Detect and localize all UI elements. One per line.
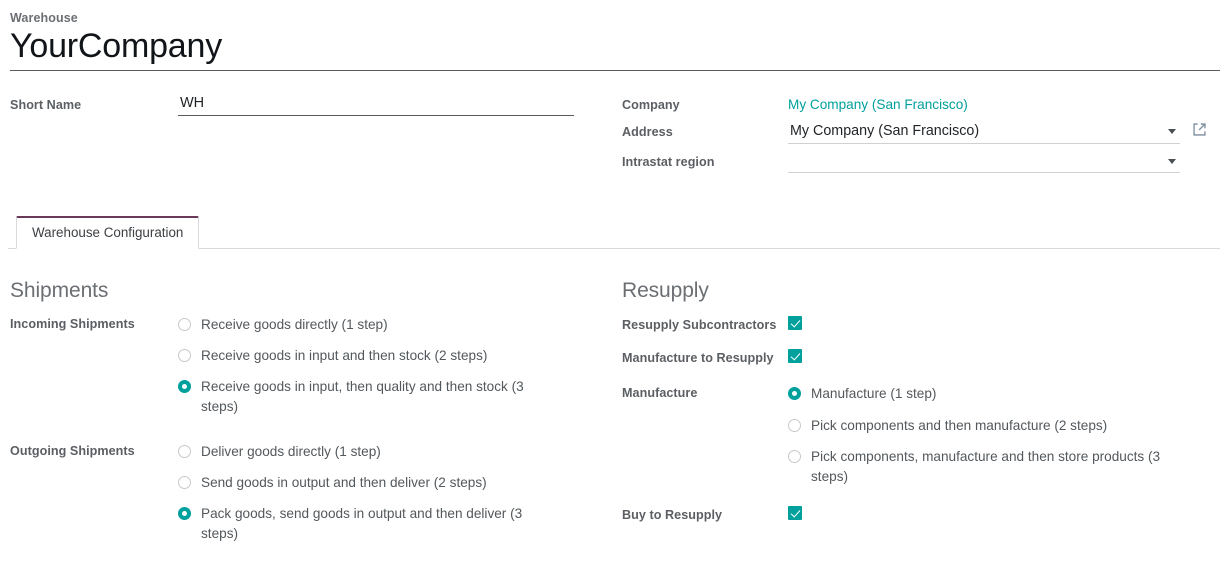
configuration-panel: Shipments Incoming Shipments Receive goo…	[8, 279, 1220, 558]
resupply-subcontractors-row: Resupply Subcontractors	[622, 315, 1220, 335]
resupply-subcontractors-label: Resupply Subcontractors	[622, 318, 777, 333]
resupply-section: Resupply Resupply Subcontractors Manufac…	[616, 279, 1220, 558]
address-label: Address	[622, 125, 673, 140]
intrastat-selected-value	[788, 150, 1180, 174]
radio-option[interactable]: Pack goods, send goods in output and the…	[178, 504, 616, 544]
radio-option-label: Receive goods directly (1 step)	[201, 317, 388, 333]
tab-warehouse-configuration[interactable]: Warehouse Configuration	[16, 216, 200, 250]
radio-option[interactable]: Pick components, manufacture and then st…	[788, 447, 1220, 487]
radio-option-label: Pack goods, send goods in output and the…	[201, 505, 523, 541]
radio-icon[interactable]	[178, 349, 191, 363]
manufacture-to-resupply-label: Manufacture to Resupply	[622, 351, 774, 366]
title-divider	[10, 70, 1220, 72]
incoming-shipments-label: Incoming Shipments	[10, 317, 135, 332]
address-selected-value: My Company (San Francisco)	[788, 120, 1180, 145]
buy-to-resupply-row: Buy to Resupply	[622, 505, 1220, 525]
radio-icon[interactable]	[178, 318, 191, 332]
radio-option[interactable]: Receive goods in input and then stock (2…	[178, 346, 616, 366]
radio-option[interactable]: Manufacture (1 step)	[788, 384, 1220, 404]
radio-option[interactable]: Receive goods in input, then quality and…	[178, 377, 616, 417]
short-name-label: Short Name	[10, 98, 82, 113]
chevron-down-icon	[1168, 129, 1176, 135]
radio-option[interactable]: Pick components and then manufacture (2 …	[788, 416, 1220, 436]
buy-to-resupply-label: Buy to Resupply	[622, 507, 723, 522]
manufacture-to-resupply-row: Manufacture to Resupply	[622, 348, 1220, 368]
radio-icon[interactable]	[178, 475, 191, 489]
short-name-input[interactable]	[178, 93, 574, 117]
field-intrastat-region: Intrastat region	[622, 150, 1220, 174]
radio-option-label: Deliver goods directly (1 step)	[201, 443, 381, 459]
incoming-shipments-group: Incoming Shipments Receive goods directl…	[10, 315, 616, 417]
form-left-column: Short Name	[8, 93, 616, 179]
breadcrumb[interactable]: Warehouse	[8, 0, 1220, 25]
buy-to-resupply-checkbox[interactable]	[788, 505, 802, 520]
radio-option-label: Receive goods in input, then quality and…	[201, 379, 524, 415]
radio-option-label: Manufacture (1 step)	[811, 386, 937, 402]
outgoing-shipments-label: Outgoing Shipments	[10, 443, 135, 458]
shipments-section: Shipments Incoming Shipments Receive goo…	[8, 279, 616, 558]
outgoing-shipments-options: Deliver goods directly (1 step) Send goo…	[178, 442, 616, 544]
field-short-name: Short Name	[10, 93, 616, 117]
outgoing-shipments-group: Outgoing Shipments Deliver goods directl…	[10, 442, 616, 544]
intrastat-region-select[interactable]	[788, 150, 1180, 174]
company-value-wrap: My Company (San Francisco)	[788, 93, 1220, 114]
radio-icon[interactable]	[178, 444, 191, 458]
radio-option[interactable]: Deliver goods directly (1 step)	[178, 442, 616, 462]
intrastat-value-wrap	[788, 150, 1220, 174]
manufacture-to-resupply-checkbox[interactable]	[788, 349, 802, 364]
form-fields: Short Name Company My Company (San Franc…	[8, 93, 1220, 179]
address-value-wrap: My Company (San Francisco)	[788, 120, 1220, 145]
shipments-section-title: Shipments	[10, 279, 109, 303]
manufacture-label: Manufacture	[622, 386, 698, 401]
resupply-section-title: Resupply	[622, 279, 709, 303]
incoming-shipments-options: Receive goods directly (1 step) Receive …	[178, 315, 616, 417]
manufacture-group: Manufacture Manufacture (1 step) Pick co…	[622, 384, 1220, 486]
address-select[interactable]: My Company (San Francisco)	[788, 120, 1180, 145]
page-title: YourCompany	[10, 27, 223, 65]
radio-option-label: Receive goods in input and then stock (2…	[201, 348, 488, 364]
radio-option-label: Send goods in output and then deliver (2…	[201, 474, 487, 490]
radio-icon[interactable]	[788, 449, 801, 463]
page-title-row: YourCompany	[8, 25, 1220, 72]
radio-option-label: Pick components and then manufacture (2 …	[811, 417, 1108, 433]
manufacture-options: Manufacture (1 step) Pick components and…	[788, 384, 1220, 486]
radio-option[interactable]: Send goods in output and then deliver (2…	[178, 473, 616, 493]
intrastat-region-label: Intrastat region	[622, 155, 715, 170]
radio-option-label: Pick components, manufacture and then st…	[811, 448, 1161, 484]
warehouse-form-sheet: Warehouse YourCompany Short Name Company…	[0, 0, 1228, 587]
form-right-column: Company My Company (San Francisco) Addre…	[616, 93, 1220, 179]
company-link[interactable]: My Company (San Francisco)	[788, 93, 968, 112]
radio-icon-selected[interactable]	[788, 387, 801, 401]
tab-bar: Warehouse Configuration	[8, 216, 1220, 250]
resupply-subcontractors-checkbox[interactable]	[788, 316, 802, 331]
external-link-icon[interactable]	[1192, 122, 1207, 137]
company-label: Company	[622, 98, 680, 113]
field-company: Company My Company (San Francisco)	[622, 93, 1220, 114]
radio-option[interactable]: Receive goods directly (1 step)	[178, 315, 616, 335]
radio-icon[interactable]	[788, 418, 801, 432]
chevron-down-icon	[1168, 159, 1176, 165]
short-name-value-wrap	[178, 93, 616, 117]
field-address: Address My Company (San Francisco)	[622, 120, 1220, 145]
radio-icon-selected[interactable]	[178, 380, 191, 394]
radio-icon-selected[interactable]	[178, 506, 191, 520]
tab-label: Warehouse Configuration	[32, 225, 184, 241]
